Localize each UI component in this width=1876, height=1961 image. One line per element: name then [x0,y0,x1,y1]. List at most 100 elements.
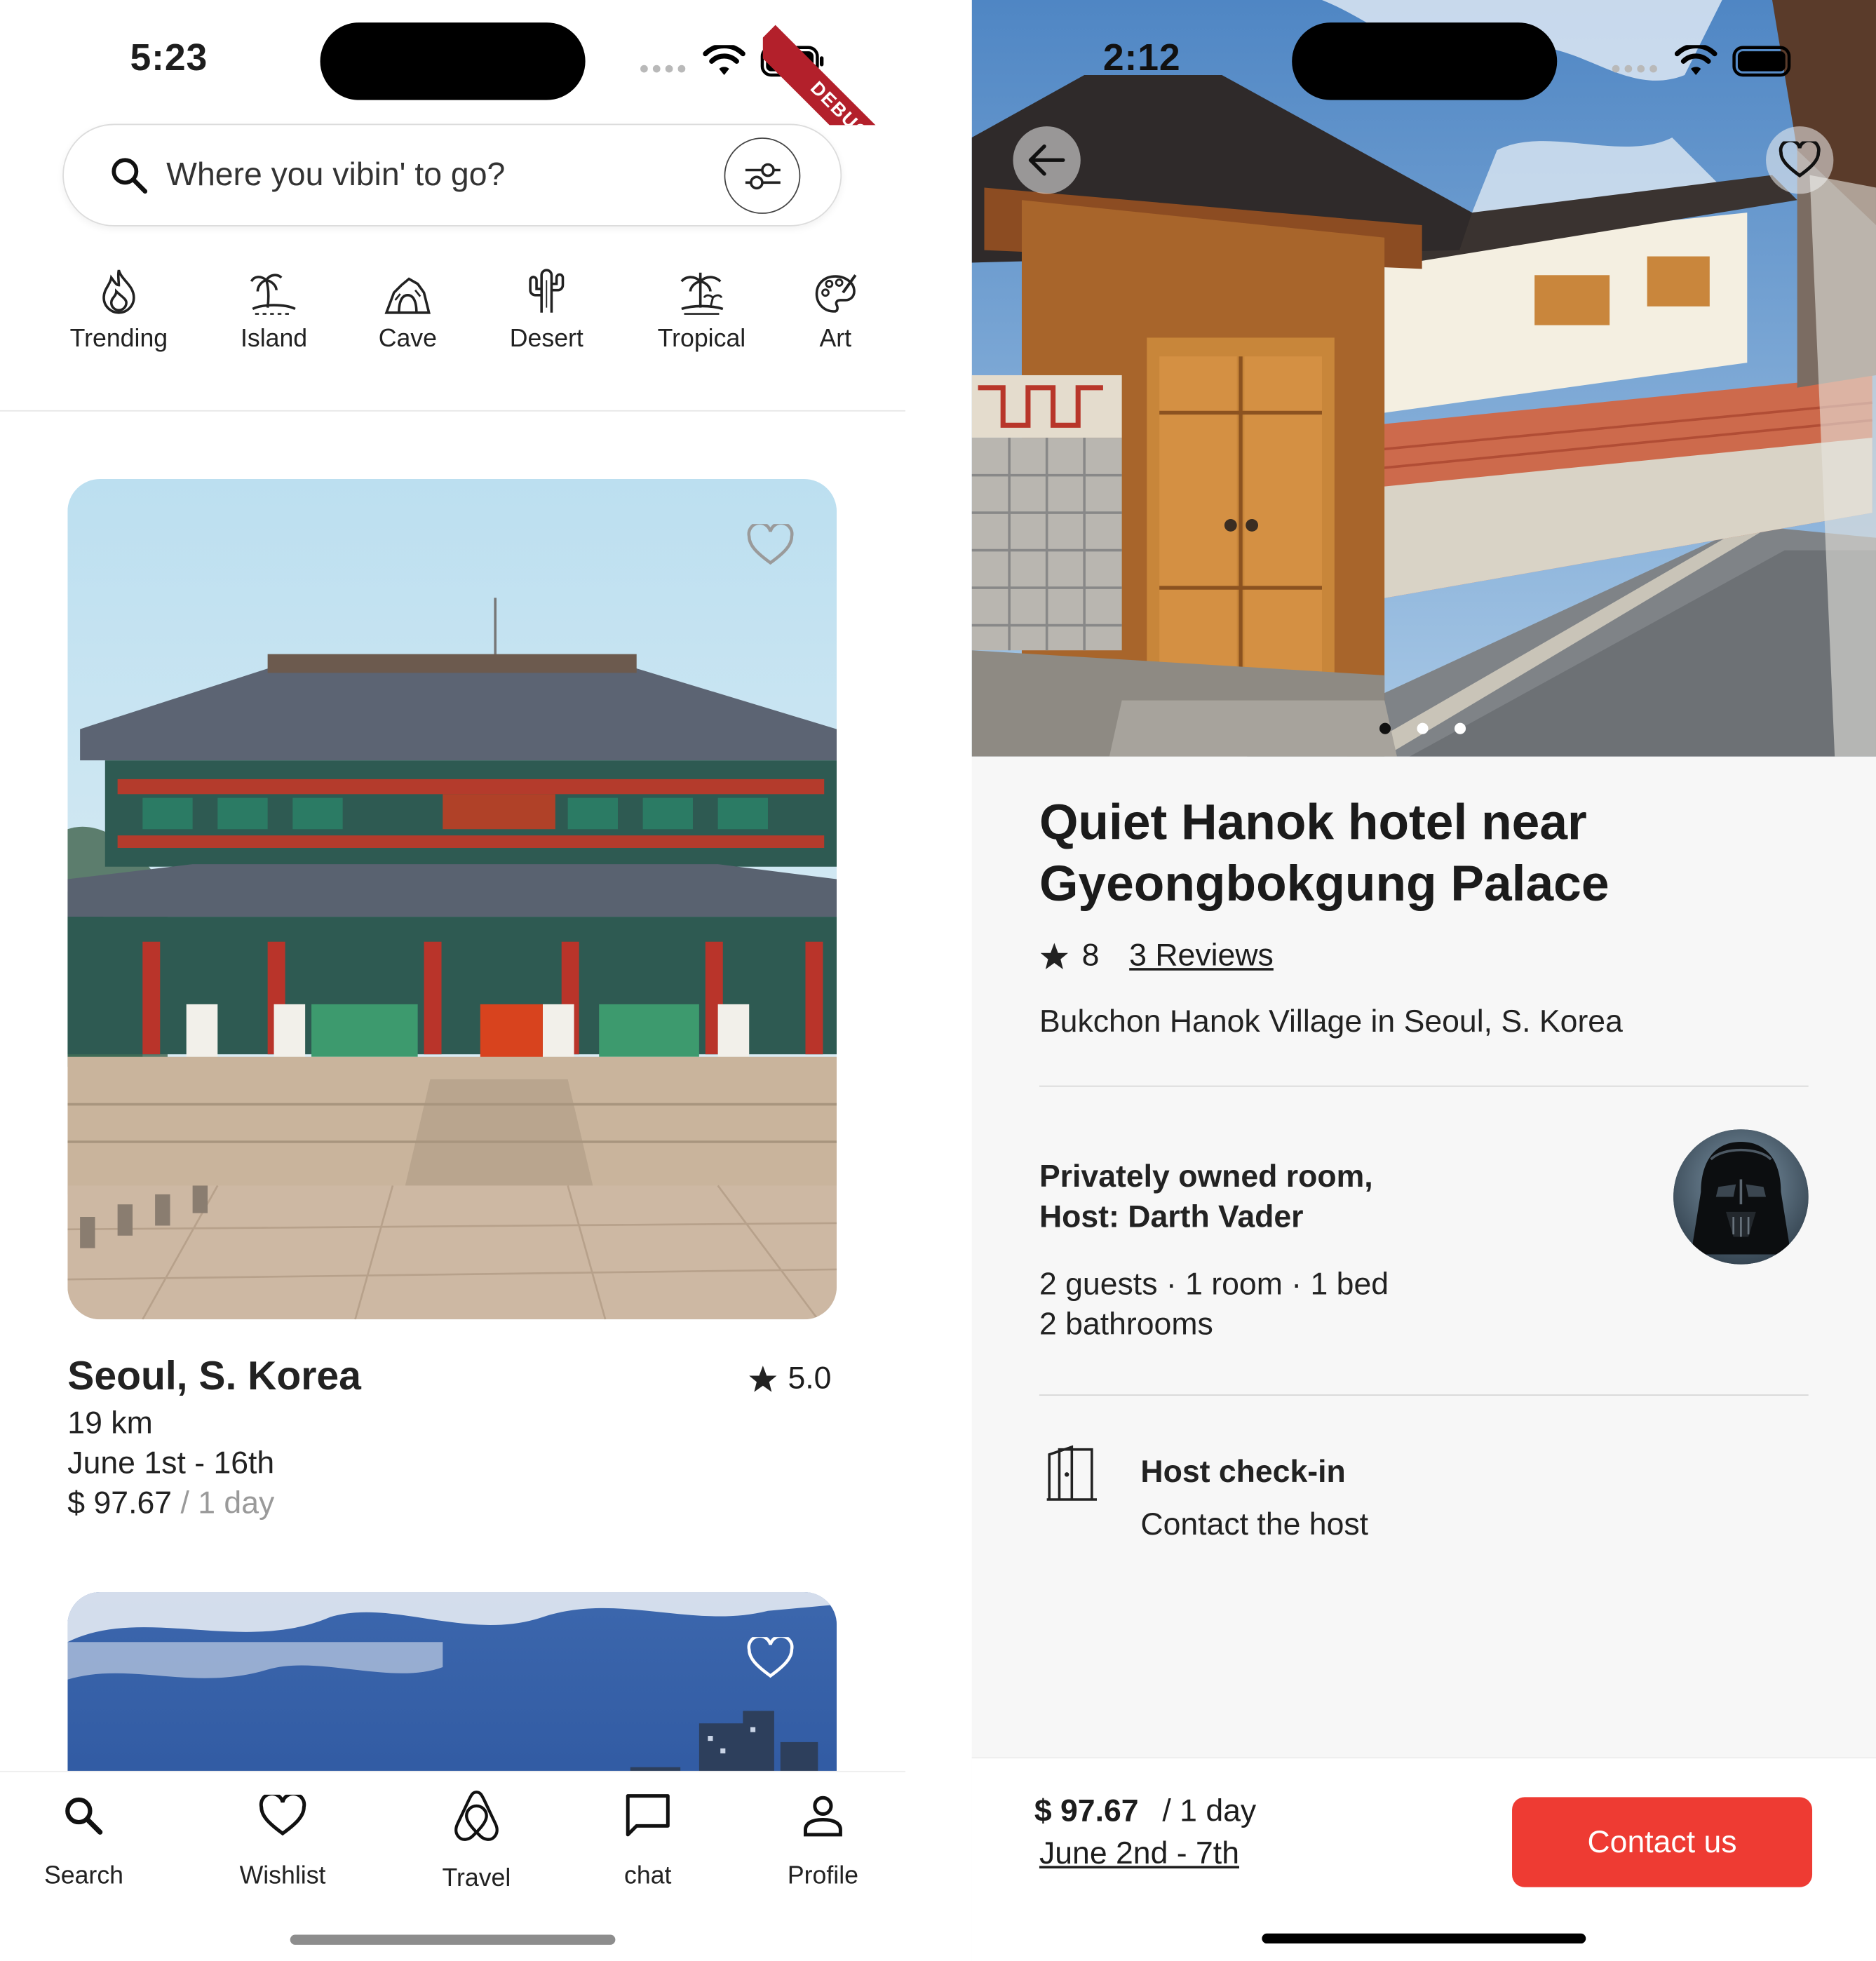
star-icon [749,1365,777,1391]
listing-rating: 5.0 [748,1361,831,1397]
booking-bar: $ 97.67 / 1 day June 2nd - 7th Contact u… [971,1757,1876,1961]
cactus-icon [529,269,565,313]
darth-vader-avatar [1673,1129,1809,1265]
nav-label: Profile [787,1862,858,1890]
contact-us-button[interactable]: Contact us [1512,1797,1813,1887]
pager-dot[interactable] [1379,722,1391,734]
nav-label: chat [624,1862,672,1890]
listing-price-unit: / 1 day [172,1485,275,1521]
wishlist-heart-icon[interactable] [747,1637,795,1680]
listing-price-row: $ 97.67 / 1 day [67,1485,274,1522]
listing-title: Quiet Hanok hotel near Gyeongbokgung Pal… [1039,795,1610,912]
category-trending[interactable]: Trending [50,262,187,353]
image-pager[interactable] [1379,722,1466,734]
island-icon [250,274,296,315]
arrow-left-icon [1028,144,1065,176]
pager-dot[interactable] [1455,722,1466,734]
battery-icon [1732,46,1791,77]
booking-price-row: $ 97.67 / 1 day [1034,1793,1256,1830]
category-art[interactable]: Art [767,262,904,353]
capacity-line: 2 guests · 1 room · 1 bed [1039,1267,1389,1302]
door-icon [1046,1445,1097,1501]
status-time: 5:23 [130,37,208,79]
divider [1039,1394,1809,1396]
palette-icon [815,274,857,313]
wifi-icon [703,45,745,75]
category-label: Island [240,325,308,353]
bottom-navigation: Search Wishlist Travel chat Profile [0,1770,906,1961]
listing-distance: 19 km [67,1406,153,1441]
category-desert[interactable]: Desert [478,262,615,353]
category-label: Tropical [657,325,746,353]
home-indicator[interactable] [290,1934,616,1945]
nav-chat[interactable]: chat [567,1790,729,1891]
nav-travel[interactable]: Travel [396,1790,558,1894]
nav-label: Search [43,1862,123,1890]
heart-icon [259,1794,306,1836]
wifi-icon [1674,45,1718,75]
booking-price: $ 97.67 [1034,1793,1139,1828]
nav-wishlist[interactable]: Wishlist [201,1790,364,1891]
status-time: 2:12 [1102,37,1181,79]
rating-value: 5.0 [788,1361,832,1396]
hero-photo[interactable] [971,0,1876,757]
reviews-link[interactable]: 3 Reviews [1129,938,1274,974]
signal-icon [1612,65,1657,73]
star-icon [1040,942,1068,969]
booking-dates-link[interactable]: June 2nd - 7th [1039,1836,1239,1873]
listing-price: $ 97.67 [67,1485,173,1521]
palace-photo [67,478,837,1320]
room-type: Privately owned room, [1039,1159,1373,1194]
host-name: Host: Darth Vader [1039,1199,1304,1234]
home-indicator[interactable] [1262,1933,1586,1944]
chat-icon [626,1794,670,1837]
nav-search[interactable]: Search [3,1790,166,1891]
host-summary: Privately owned room, Host: Darth Vader [1039,1157,1539,1236]
category-cave[interactable]: Cave [339,262,476,353]
nav-label: Wishlist [239,1862,326,1890]
cave-icon [384,277,431,314]
listing-detail-screen: 2:12 Quiet Hanok hotel near Gyeongbokgun… [971,0,1876,1961]
gutter [905,0,972,1961]
favorite-button[interactable] [1766,126,1834,194]
search-icon [65,1797,103,1835]
category-tropical[interactable]: Tropical [633,262,770,353]
airbnb-logo-icon [454,1791,499,1841]
rating-row: 8 3 Reviews [1039,938,1274,974]
signal-icon [640,65,686,73]
nav-label: Travel [442,1864,511,1892]
home-screen: 5:23 DEBUG Where you vibin' to go? Trend… [0,0,906,1961]
wishlist-heart-icon[interactable] [747,524,795,567]
person-icon [803,1795,842,1837]
category-label: Art [819,325,852,353]
rating-value: 8 [1081,938,1100,973]
search-bar[interactable]: Where you vibin' to go? [62,123,842,227]
search-icon [112,158,148,194]
category-island[interactable]: Island [205,262,342,353]
back-button[interactable] [1013,126,1081,194]
listing-photo[interactable] [67,478,837,1320]
host-avatar[interactable] [1673,1129,1809,1265]
debug-ribbon-label: DEBUG [762,25,906,126]
debug-banner: DEBUG [762,0,906,126]
capacity-info: 2 guests · 1 room · 1 bed 2 bathrooms [1039,1265,1389,1345]
listing-title: Seoul, S. Korea [67,1353,361,1399]
flame-icon [102,269,135,314]
palm-icon [680,272,724,315]
dynamic-island [1292,22,1558,100]
bathrooms-line: 2 bathrooms [1039,1307,1213,1342]
checkin-title: Host check-in [1140,1454,1346,1490]
search-placeholder: Where you vibin' to go? [166,155,506,193]
category-label: Desert [509,325,583,353]
hanok-photo [971,0,1876,757]
filter-button[interactable] [724,137,801,214]
nav-profile[interactable]: Profile [742,1790,905,1891]
listing-location: Bukchon Hanok Village in Seoul, S. Korea [1039,1004,1623,1039]
pager-dot[interactable] [1417,722,1429,734]
divider [0,410,906,412]
booking-price-unit: / 1 day [1162,1793,1257,1828]
sliders-icon [745,163,781,190]
category-label: Cave [378,325,437,353]
category-label: Trending [69,325,168,353]
listing-dates: June 1st - 16th [67,1446,275,1481]
